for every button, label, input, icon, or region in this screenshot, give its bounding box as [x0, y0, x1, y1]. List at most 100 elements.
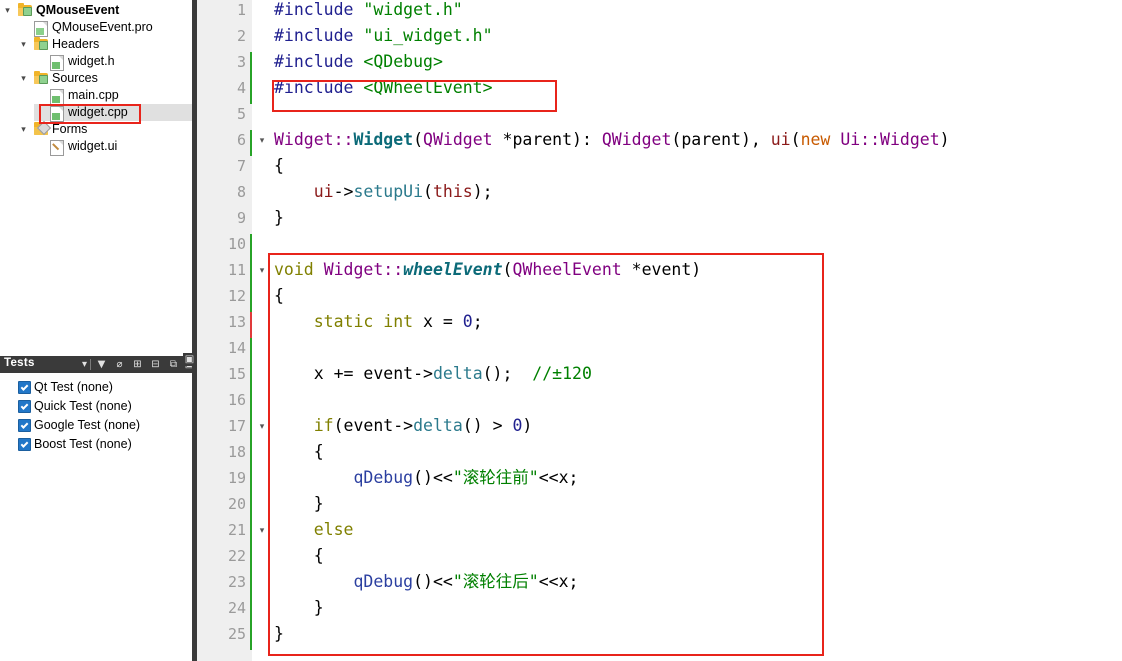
fold-toggle-icon[interactable]: ▾ — [256, 413, 268, 439]
expand-all-icon[interactable]: ⧉ — [167, 358, 180, 371]
code-line[interactable]: Widget::Widget(QWidget *parent): QWidget… — [274, 127, 950, 153]
test-list-item[interactable]: Google Test (none) — [0, 416, 192, 434]
tree-item-label: main.cpp — [68, 88, 119, 102]
change-marker — [250, 598, 252, 624]
line-number: 24 — [227, 599, 246, 617]
line-number: 14 — [227, 339, 246, 357]
line-number: 16 — [227, 391, 246, 409]
code-token: ) — [939, 130, 950, 149]
code-token: ui — [770, 130, 791, 149]
line-number: 5 — [236, 105, 246, 123]
test-checkbox[interactable] — [18, 419, 31, 432]
change-marker — [250, 442, 252, 468]
code-line[interactable]: { — [274, 153, 284, 179]
change-marker — [250, 572, 252, 598]
code-token: ); — [472, 182, 493, 201]
code-token: ( — [423, 182, 433, 201]
fold-toggle-icon[interactable]: ▾ — [256, 127, 268, 153]
folder-icon — [34, 71, 48, 84]
project-tree-panel[interactable]: ▾ QMouseEvent QMouseEvent.pro ▾ Headers widge… — [0, 0, 192, 352]
test-checkbox[interactable] — [18, 400, 31, 413]
code-token: #include — [274, 52, 364, 71]
test-list-item[interactable]: Boost Test (none) — [0, 435, 192, 453]
line-number: 4 — [236, 79, 246, 97]
tree-item-qmouseevent-pro[interactable]: QMouseEvent.pro — [0, 19, 192, 37]
test-checkbox[interactable] — [18, 438, 31, 451]
splitter-collapse-button[interactable]: ▣ — [183, 353, 196, 366]
line-number: 13 — [227, 313, 246, 331]
line-number: 20 — [227, 495, 246, 513]
chevron-down-icon[interactable]: ▾ — [2, 2, 13, 19]
code-line[interactable]: #include <QDebug> — [274, 49, 443, 75]
code-token: Widget — [353, 130, 414, 149]
line-number: 25 — [227, 625, 246, 643]
qt-creator-window: ▾ QMouseEvent QMouseEvent.pro ▾ Headers widge… — [0, 0, 1122, 661]
expand-icon[interactable]: ⊞ — [131, 358, 144, 371]
tree-item-widget-ui[interactable]: widget.ui — [0, 138, 192, 156]
line-number: 2 — [236, 27, 246, 45]
code-line[interactable]: #include "ui_widget.h" — [274, 23, 493, 49]
tree-item-headers[interactable]: ▾ Headers — [0, 36, 192, 53]
change-marker — [250, 338, 252, 364]
change-marker — [250, 468, 252, 494]
collapse-icon[interactable]: ⊟ — [149, 358, 162, 371]
folder-icon — [18, 3, 32, 16]
test-list-item[interactable]: Quick Test (none) — [0, 397, 192, 415]
tree-item-sources[interactable]: ▾ Sources — [0, 70, 192, 87]
code-line[interactable]: } — [274, 205, 284, 231]
widget-cpp-file-highlight — [39, 104, 141, 124]
line-number: 21 — [227, 521, 246, 539]
code-token: #include — [274, 26, 364, 45]
editor-gutter[interactable]: 1 2 3 4 5 6 7 8 9 10 11 12 13 14 15 16 17 18 19 20 21 22 23 24 2… — [197, 0, 252, 661]
change-marker — [250, 234, 252, 260]
tree-item-widget-h[interactable]: widget.h — [0, 53, 192, 71]
test-list-item[interactable]: Qt Test (none) — [0, 378, 192, 396]
folder-icon — [34, 37, 48, 50]
code-line[interactable]: #include "widget.h" — [274, 0, 463, 23]
run-disabled-icon[interactable]: ⌀ — [113, 358, 126, 371]
filter-icon[interactable]: ▼ — [95, 358, 108, 371]
tree-item-main-cpp[interactable]: main.cpp — [0, 87, 192, 105]
test-item-label: Google Test (none) — [34, 418, 141, 432]
tree-item-qmouseevent[interactable]: ▾ QMouseEvent — [0, 2, 192, 19]
tree-item-label: widget.h — [68, 54, 115, 68]
chevron-down-icon[interactable]: ▾ — [18, 121, 29, 138]
code-token: "widget.h" — [363, 0, 463, 19]
chevron-down-icon[interactable]: ▾ — [18, 70, 29, 87]
code-editor[interactable]: 1 2 3 4 5 6 7 8 9 10 11 12 13 14 15 16 17 18 19 20 21 22 23 24 2… — [197, 0, 1122, 661]
code-token: { — [274, 156, 284, 175]
line-number: 1 — [236, 1, 246, 19]
code-line[interactable]: ui->setupUi(this); — [274, 179, 493, 205]
test-checkbox[interactable] — [18, 381, 31, 394]
code-token: "ui_widget.h" — [363, 26, 493, 45]
test-item-label: Boost Test (none) — [34, 437, 132, 451]
line-number: 15 — [227, 365, 246, 383]
header-file-icon — [50, 55, 64, 71]
tree-item-label: Sources — [52, 71, 98, 85]
code-token: #include — [274, 0, 364, 19]
change-marker — [250, 546, 252, 572]
filter-icon-glyph: ▼ — [97, 359, 106, 370]
chevron-down-icon[interactable]: ▾ — [18, 36, 29, 53]
code-token: ( — [413, 130, 424, 149]
line-number: 11 — [227, 261, 246, 279]
line-number: 17 — [227, 417, 246, 435]
pro-file-icon — [34, 21, 48, 37]
change-marker — [250, 624, 252, 650]
code-token: Widget:: — [274, 130, 354, 149]
fold-toggle-icon[interactable]: ▾ — [256, 517, 268, 543]
test-item-label: Quick Test (none) — [34, 399, 132, 413]
line-number: 23 — [227, 573, 246, 591]
tree-item-label: widget.ui — [68, 139, 118, 153]
ui-file-icon — [50, 140, 64, 156]
tree-item-label: Headers — [52, 37, 100, 51]
tree-item-label: QMouseEvent.pro — [52, 20, 153, 34]
code-token: ( — [790, 130, 801, 149]
code-token: -> — [333, 182, 354, 201]
tests-panel: Tests ▾▼⌀⊞⊟⧉▣ Qt Test (none)Quick Test (… — [0, 352, 194, 661]
change-marker — [250, 416, 252, 442]
fold-toggle-icon[interactable]: ▾ — [256, 257, 268, 283]
test-item-label: Qt Test (none) — [34, 380, 113, 394]
